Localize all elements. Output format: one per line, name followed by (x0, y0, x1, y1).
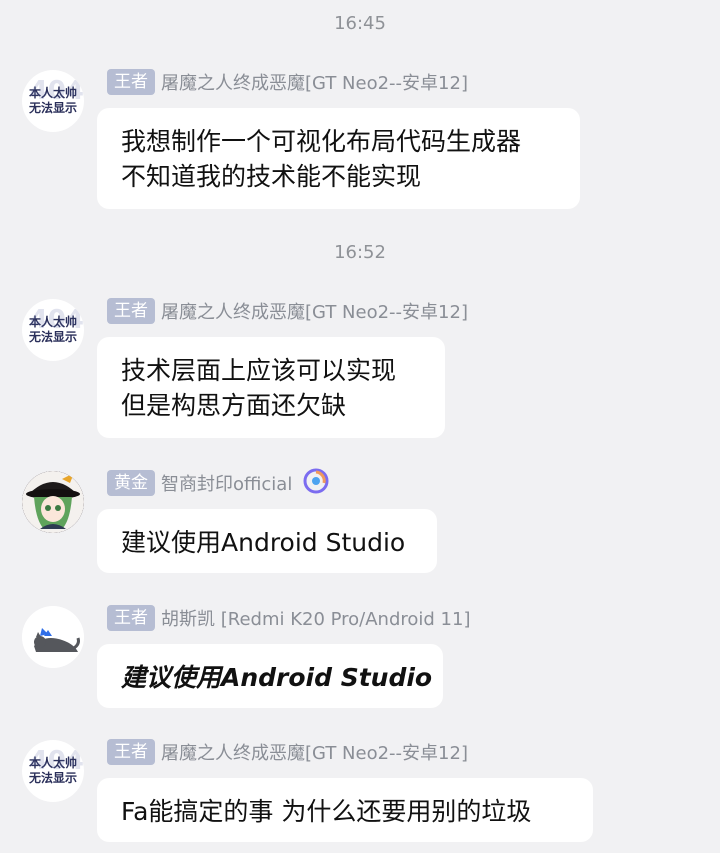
rank-badge: 王者 (107, 69, 155, 95)
avatar[interactable]: 404 本人太帅 无法显示 (22, 740, 84, 802)
rank-badge: 王者 (107, 739, 155, 765)
message-text: Fa能搞定的事 为什么还要用别的垃圾 (121, 797, 532, 826)
sender-name[interactable]: 智商封印official (161, 470, 292, 496)
swirl-icon (302, 467, 330, 499)
message-bubble[interactable]: 技术层面上应该可以实现 但是构思方面还欠缺 (97, 337, 445, 438)
message-text: 不知道我的技术能不能实现 (121, 162, 422, 191)
sender-name[interactable]: 屠魔之人终成恶魔[GT Neo2--安卓12] (161, 739, 468, 765)
avatar-text-image: 404 本人太帅 无法显示 (22, 70, 84, 132)
message-text: 但是构思方面还欠缺 (121, 391, 347, 420)
rank-badge: 黄金 (107, 470, 155, 496)
anime-girl-avatar-image (22, 471, 84, 533)
sender-meta: 黄金 智商封印official (107, 467, 330, 499)
message-text: 我想制作一个可视化布局代码生成器 (121, 127, 522, 156)
message-text: 建议使用Android Studio (121, 528, 406, 557)
avatar[interactable] (22, 606, 84, 668)
avatar-text-image: 404 本人太帅 无法显示 (22, 740, 84, 802)
rank-badge: 王者 (107, 298, 155, 324)
avatar-ghost-text: 404 (29, 746, 84, 776)
sender-name[interactable]: 屠魔之人终成恶魔[GT Neo2--安卓12] (161, 298, 468, 324)
message-bubble[interactable]: 建议使用Android Studio (97, 644, 443, 708)
message-bubble[interactable]: Fa能搞定的事 为什么还要用别的垃圾 (97, 778, 593, 842)
sender-meta: 王者 胡斯凯 [Redmi K20 Pro/Android 11] (107, 604, 471, 632)
message-bubble[interactable]: 建议使用Android Studio (97, 509, 437, 573)
timestamp: 16:52 (334, 242, 386, 263)
sender-name[interactable]: 胡斯凯 [Redmi K20 Pro/Android 11] (161, 605, 471, 631)
avatar[interactable]: 404 本人太帅 无法显示 (22, 299, 84, 361)
avatar[interactable] (22, 471, 84, 533)
avatar[interactable]: 404 本人太帅 无法显示 (22, 70, 84, 132)
message-text: 建议使用Android Studio (121, 663, 433, 692)
timestamp: 16:45 (334, 13, 386, 34)
avatar-ghost-text: 404 (29, 305, 84, 335)
cat-avatar-image (22, 606, 84, 668)
avatar-text-image: 404 本人太帅 无法显示 (22, 299, 84, 361)
sender-meta: 王者 屠魔之人终成恶魔[GT Neo2--安卓12] (107, 738, 468, 766)
avatar-ghost-text: 404 (29, 76, 84, 106)
rank-badge: 王者 (107, 605, 155, 631)
sender-meta: 王者 屠魔之人终成恶魔[GT Neo2--安卓12] (107, 297, 468, 325)
message-bubble[interactable]: 我想制作一个可视化布局代码生成器 不知道我的技术能不能实现 (97, 108, 580, 209)
sender-name[interactable]: 屠魔之人终成恶魔[GT Neo2--安卓12] (161, 69, 468, 95)
message-text: 技术层面上应该可以实现 (121, 356, 397, 385)
sender-meta: 王者 屠魔之人终成恶魔[GT Neo2--安卓12] (107, 68, 468, 96)
